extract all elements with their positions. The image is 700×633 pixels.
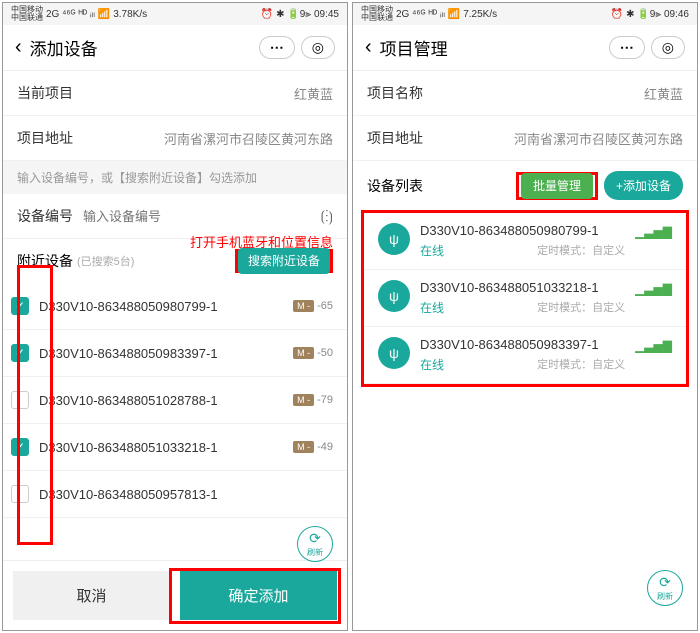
device-list-header: 设备列表 批量管理 +添加设备	[353, 161, 697, 210]
device-mode: 定时模式：自定义	[537, 299, 625, 316]
input-hint: 输入设备编号，或【搜索附近设备】勾选添加	[3, 161, 347, 194]
target-button[interactable]: ◎	[301, 36, 335, 59]
status-icons: ⏰ ✱ 🔋9⫸	[261, 9, 311, 20]
antenna-icon: ψ	[378, 280, 410, 312]
device-item[interactable]: D330V10-863488050957813-1	[3, 471, 347, 518]
device-mode: 定时模式：自定义	[537, 356, 625, 373]
device-name: D330V10-863488050983397-1	[420, 337, 625, 352]
refresh-button[interactable]: ⟳ 刷新	[297, 526, 333, 562]
signal-bars-icon: ▁▃▅▇	[635, 225, 672, 239]
nearby-count: (已搜索5台)	[77, 253, 235, 269]
device-item[interactable]: ✓ D330V10-863488050983397-1 M --50	[3, 330, 347, 377]
online-device-list: ψ D330V10-863488050980799-1 在线 定时模式：自定义 …	[364, 213, 686, 384]
signal-strength: M --49	[293, 441, 333, 453]
antenna-icon: ψ	[378, 337, 410, 369]
device-name: D330V10-863488050957813-1	[39, 487, 333, 502]
more-button[interactable]: ⋯	[609, 36, 645, 59]
antenna-icon: ψ	[378, 223, 410, 255]
wifi-icon: ᴴᴰ ᵢₗₗ 📶	[429, 9, 461, 20]
add-device-button[interactable]: +添加设备	[604, 171, 683, 200]
project-name-label: 项目名称	[367, 83, 423, 103]
annotation-text: 打开手机蓝牙和位置信息	[190, 232, 333, 251]
device-number-label: 设备编号	[17, 206, 73, 226]
online-device-item[interactable]: ψ D330V10-863488050983397-1 在线 定时模式：自定义 …	[364, 327, 686, 384]
device-checkbox[interactable]: ✓	[11, 344, 29, 362]
wifi-icon: ᴴᴰ ᵢₗₗ 📶	[79, 9, 111, 20]
header: ‹ 项目管理 ⋯ ◎	[353, 25, 697, 71]
signal-icon: 2G ⁴⁶ᴳ	[396, 9, 426, 20]
device-checkbox[interactable]: ✓	[11, 438, 29, 456]
target-button[interactable]: ◎	[651, 36, 685, 59]
status-icons: ⏰ ✱ 🔋9⫸	[611, 9, 661, 20]
clock: 09:45	[314, 9, 339, 20]
signal-bars-icon: ▁▃▅▇	[635, 282, 672, 296]
online-device-item[interactable]: ψ D330V10-863488050980799-1 在线 定时模式：自定义 …	[364, 213, 686, 270]
refresh-icon: ⟳	[659, 574, 671, 591]
device-item[interactable]: ✓ D330V10-863488051033218-1 M --49	[3, 424, 347, 471]
signal-strength: M --65	[293, 300, 333, 312]
page-title: 添加设备	[30, 35, 259, 60]
back-icon[interactable]: ‹	[15, 36, 22, 59]
device-list-label: 设备列表	[367, 176, 510, 196]
project-address-row: 项目地址 河南省漯河市召陵区黄河东路	[353, 116, 697, 161]
device-status: 在线	[420, 242, 444, 259]
device-list: ✓ D330V10-863488050980799-1 M --65✓ D330…	[3, 283, 347, 560]
device-number-input[interactable]	[83, 209, 321, 224]
nearby-label: 附近设备	[17, 251, 73, 271]
carrier: 中国移动 中国联通	[11, 6, 43, 22]
device-item[interactable]: D330V10-863488051028788-1 M --79	[3, 377, 347, 424]
cancel-button[interactable]: 取消	[13, 571, 170, 620]
search-nearby-button[interactable]: 搜索附近设备	[238, 248, 330, 274]
device-mode: 定时模式：自定义	[537, 242, 625, 259]
signal-strength: M --50	[293, 347, 333, 359]
device-item[interactable]: ✓ D330V10-863488050980799-1 M --65	[3, 283, 347, 330]
confirm-add-button[interactable]: 确定添加	[180, 571, 337, 620]
project-address-label: 项目地址	[367, 128, 423, 148]
back-icon[interactable]: ‹	[365, 36, 372, 59]
project-name-row: 项目名称 红黄蓝	[353, 71, 697, 116]
device-list-highlight: ψ D330V10-863488050980799-1 在线 定时模式：自定义 …	[361, 210, 689, 387]
footer: 取消 确定添加	[3, 560, 347, 630]
project-address-row: 项目地址 河南省漯河市召陵区黄河东路	[3, 116, 347, 161]
current-project-value: 红黄蓝	[73, 84, 333, 103]
current-project-row: 当前项目 红黄蓝	[3, 71, 347, 116]
device-name: D330V10-863488051033218-1	[420, 280, 625, 295]
project-name-value: 红黄蓝	[423, 84, 683, 103]
left-screen: 中国移动 中国联通 2G ⁴⁶ᴳ ᴴᴰ ᵢₗₗ 📶 3.78K/s ⏰ ✱ 🔋9…	[2, 2, 348, 631]
current-project-label: 当前项目	[17, 83, 73, 103]
batch-manage-button[interactable]: 批量管理	[521, 173, 593, 199]
device-name: D330V10-863488051028788-1	[39, 393, 293, 408]
online-device-item[interactable]: ψ D330V10-863488051033218-1 在线 定时模式：自定义 …	[364, 270, 686, 327]
device-status: 在线	[420, 299, 444, 316]
signal-bars-icon: ▁▃▅▇	[635, 339, 672, 353]
device-name: D330V10-863488050980799-1	[420, 223, 625, 238]
device-checkbox[interactable]	[11, 391, 29, 409]
clock: 09:46	[664, 9, 689, 20]
project-address-value: 河南省漯河市召陵区黄河东路	[73, 129, 333, 148]
scan-icon[interactable]: ⟮⁝⟯	[321, 208, 333, 225]
right-screen: 中国移动 中国联通 2G ⁴⁶ᴳ ᴴᴰ ᵢₗₗ 📶 7.25K/s ⏰ ✱ 🔋9…	[352, 2, 698, 631]
project-address-label: 项目地址	[17, 128, 73, 148]
project-address-value: 河南省漯河市召陵区黄河东路	[423, 129, 683, 148]
net-speed: 7.25K/s	[463, 9, 497, 20]
device-name: D330V10-863488050980799-1	[39, 299, 293, 314]
refresh-button[interactable]: ⟳ 刷新	[647, 570, 683, 606]
more-button[interactable]: ⋯	[259, 36, 295, 59]
device-status: 在线	[420, 356, 444, 373]
device-name: D330V10-863488050983397-1	[39, 346, 293, 361]
carrier: 中国移动 中国联通	[361, 6, 393, 22]
statusbar: 中国移动 中国联通 2G ⁴⁶ᴳ ᴴᴰ ᵢₗₗ 📶 7.25K/s ⏰ ✱ 🔋9…	[353, 3, 697, 25]
device-number-row: 设备编号 ⟮⁝⟯ 打开手机蓝牙和位置信息	[3, 194, 347, 239]
page-title: 项目管理	[380, 35, 609, 60]
device-checkbox[interactable]	[11, 485, 29, 503]
header: ‹ 添加设备 ⋯ ◎	[3, 25, 347, 71]
net-speed: 3.78K/s	[113, 9, 147, 20]
signal-icon: 2G ⁴⁶ᴳ	[46, 9, 76, 20]
device-name: D330V10-863488051033218-1	[39, 440, 293, 455]
device-checkbox[interactable]: ✓	[11, 297, 29, 315]
signal-strength: M --79	[293, 394, 333, 406]
refresh-icon: ⟳	[309, 530, 321, 547]
statusbar: 中国移动 中国联通 2G ⁴⁶ᴳ ᴴᴰ ᵢₗₗ 📶 3.78K/s ⏰ ✱ 🔋9…	[3, 3, 347, 25]
